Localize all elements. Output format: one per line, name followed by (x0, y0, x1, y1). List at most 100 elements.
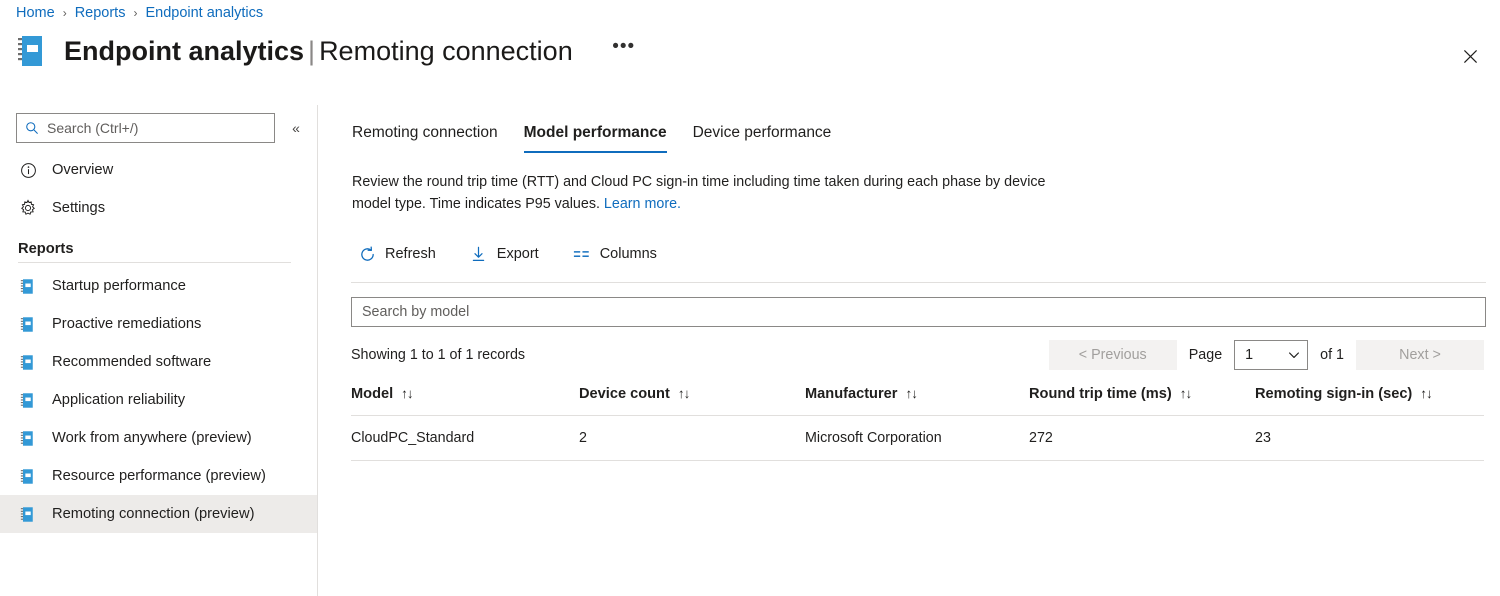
sidebar-item-label: Application reliability (52, 392, 186, 408)
sidebar-item-label: Work from anywhere (preview) (52, 430, 252, 446)
sidebar-item-work-from-anywhere[interactable]: Work from anywhere (preview) (0, 419, 317, 457)
command-bar: Refresh Export Columns (318, 215, 1500, 268)
sidebar-item-recommended-software[interactable]: Recommended software (0, 343, 317, 381)
description-text: Review the round trip time (RTT) and Clo… (318, 153, 1078, 215)
report-book-icon (18, 428, 38, 448)
table-row[interactable]: CloudPC_Standard 2 Microsoft Corporation… (351, 415, 1484, 462)
page-select-wrapper: 1 (1234, 340, 1309, 371)
table-toolbar: Showing 1 to 1 of 1 records < Previous P… (318, 327, 1500, 371)
breadcrumb: Home › Reports › Endpoint analytics (16, 5, 263, 21)
table-header-row: Model ↑↓ Device count ↑↓ Manufacturer ↑↓… (351, 386, 1484, 417)
sidebar-item-settings[interactable]: Settings (0, 189, 317, 227)
page-title-sub: Remoting connection (319, 36, 573, 67)
model-search-row (318, 283, 1500, 328)
gear-icon (18, 198, 38, 218)
column-header-label: Remoting sign-in (sec) (1255, 386, 1413, 403)
tab-device-performance[interactable]: Device performance (693, 124, 832, 153)
sidebar-item-label: Resource performance (preview) (52, 468, 266, 484)
column-header-label: Device count (579, 386, 670, 403)
export-label: Export (496, 246, 539, 263)
main-content: Remoting connection Model performance De… (318, 105, 1500, 596)
report-book-icon (18, 390, 38, 410)
page-total-label: of 1 (1320, 347, 1344, 364)
table-body: CloudPC_Standard 2 Microsoft Corporation… (351, 415, 1484, 462)
records-count-label: Showing 1 to 1 of 1 records (351, 347, 526, 364)
cell-model: CloudPC_Standard (351, 415, 579, 462)
tab-remoting-connection[interactable]: Remoting connection (352, 124, 498, 153)
column-header-manufacturer[interactable]: Manufacturer ↑↓ (805, 386, 1029, 417)
cell-round-trip-time: 272 (1029, 415, 1255, 462)
sidebar-item-label: Startup performance (52, 278, 186, 294)
columns-icon (573, 245, 591, 263)
next-page-button[interactable]: Next > (1356, 340, 1484, 371)
column-header-label: Model (351, 386, 394, 403)
description-body: Review the round trip time (RTT) and Clo… (352, 174, 1046, 212)
report-book-icon (18, 466, 38, 486)
column-header-round-trip-time[interactable]: Round trip time (ms) ↑↓ (1029, 386, 1255, 417)
sidebar-item-label: Overview (52, 162, 114, 178)
table-head: Model ↑↓ Device count ↑↓ Manufacturer ↑↓… (351, 386, 1484, 417)
page-number-select[interactable]: 1 (1234, 340, 1309, 371)
page-title-row: Endpoint analytics | Remoting connection •… (16, 34, 639, 70)
sidebar-collapse-button[interactable]: « (283, 115, 309, 141)
more-options-button[interactable]: ••• (609, 36, 639, 67)
breadcrumb-separator: › (62, 6, 67, 20)
column-header-device-count[interactable]: Device count ↑↓ (579, 386, 805, 417)
sort-icon[interactable]: ↑↓ (905, 386, 917, 401)
page-title-main: Endpoint analytics (64, 36, 305, 67)
sidebar-item-overview[interactable]: Overview (0, 151, 317, 189)
sidebar-group-divider (18, 262, 291, 263)
report-book-icon (16, 34, 50, 70)
report-book-icon (18, 504, 38, 524)
model-performance-table: Model ↑↓ Device count ↑↓ Manufacturer ↑↓… (351, 386, 1484, 462)
sidebar-item-label: Recommended software (52, 354, 212, 370)
sort-icon[interactable]: ↑↓ (401, 386, 413, 401)
column-header-remoting-signin[interactable]: Remoting sign-in (sec) ↑↓ (1255, 386, 1484, 417)
sidebar-item-proactive-remediations[interactable]: Proactive remediations (0, 305, 317, 343)
search-input[interactable] (45, 119, 245, 137)
page-title: Endpoint analytics | Remoting connection (64, 36, 573, 67)
refresh-label: Refresh (385, 246, 436, 263)
refresh-button[interactable]: Refresh (352, 240, 442, 268)
learn-more-link[interactable]: Learn more. (604, 196, 681, 212)
sidebar-search-box[interactable] (16, 113, 275, 143)
sidebar-item-label: Proactive remediations (52, 316, 202, 332)
tab-model-performance[interactable]: Model performance (523, 124, 667, 153)
breadcrumb-item-reports[interactable]: Reports (75, 5, 126, 21)
sort-icon[interactable]: ↑↓ (1180, 386, 1192, 401)
search-icon (25, 121, 39, 135)
column-header-model[interactable]: Model ↑↓ (351, 386, 579, 417)
search-by-model-input[interactable] (351, 297, 1486, 328)
cell-device-count: 2 (579, 415, 805, 462)
columns-button[interactable]: Columns (567, 240, 663, 268)
column-header-label: Manufacturer (805, 386, 898, 403)
columns-label: Columns (599, 246, 657, 263)
cell-manufacturer: Microsoft Corporation (805, 415, 1029, 462)
sidebar-item-application-reliability[interactable]: Application reliability (0, 381, 317, 419)
sidebar-item-label: Remoting connection (preview) (52, 506, 255, 522)
page-title-separator: | (308, 36, 316, 67)
sidebar-item-startup-performance[interactable]: Startup performance (0, 267, 317, 305)
sidebar-item-label: Settings (52, 200, 106, 216)
cell-remoting-signin: 23 (1255, 415, 1484, 462)
sort-icon[interactable]: ↑↓ (678, 386, 690, 401)
endpoint-analytics-blade: Home › Reports › Endpoint analytics Endp… (0, 0, 1500, 596)
page-label: Page (1188, 347, 1223, 364)
breadcrumb-item-endpoint-analytics[interactable]: Endpoint analytics (145, 5, 263, 21)
sidebar-item-remoting-connection[interactable]: Remoting connection (preview) (0, 495, 317, 533)
close-icon[interactable] (1454, 40, 1486, 72)
sidebar-search-row: « (0, 105, 317, 143)
breadcrumb-item-home[interactable]: Home (16, 5, 55, 21)
previous-page-button[interactable]: < Previous (1048, 340, 1177, 371)
report-book-icon (18, 352, 38, 372)
sort-icon[interactable]: ↑↓ (1420, 386, 1432, 401)
tab-bar: Remoting connection Model performance De… (318, 105, 1500, 153)
breadcrumb-separator: › (133, 6, 138, 20)
report-book-icon (18, 276, 38, 296)
download-icon (470, 245, 488, 263)
sidebar-group-title: Reports (18, 241, 74, 257)
sidebar-item-resource-performance[interactable]: Resource performance (preview) (0, 457, 317, 495)
export-button[interactable]: Export (464, 240, 545, 268)
column-header-label: Round trip time (ms) (1029, 386, 1172, 403)
refresh-icon (358, 245, 376, 263)
